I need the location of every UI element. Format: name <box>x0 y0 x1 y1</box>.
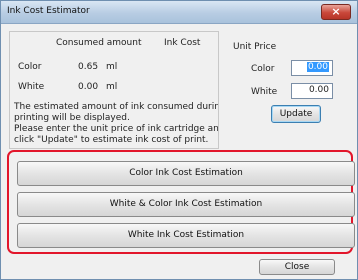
color-amount-unit: ml <box>106 62 118 72</box>
color-ink-cost-estimation-button[interactable]: Color Ink Cost Estimation <box>17 161 355 186</box>
white-price-value: 0.00 <box>308 85 329 95</box>
white-amount-value: 0.00 <box>78 82 99 92</box>
color-price-value: 0.00 <box>306 62 329 72</box>
window-title: Ink Cost Estimator <box>7 6 90 16</box>
instructions-line: Please enter the unit price of ink cartr… <box>14 124 218 134</box>
ink-cost-estimator-window: Ink Cost Estimator × Consumed amount Ink… <box>0 0 358 280</box>
white-amount-unit: ml <box>106 82 118 92</box>
title-bar[interactable]: Ink Cost Estimator × <box>1 1 357 24</box>
color-amount-value: 0.65 <box>78 62 99 72</box>
white-color-ink-cost-estimation-button[interactable]: White & Color Ink Cost Estimation <box>17 192 355 217</box>
ink-cost-header: Ink Cost <box>164 38 201 48</box>
consumption-panel: Consumed amount Ink Cost Color 0.65 ml W… <box>9 31 219 149</box>
white-row-label: White <box>18 82 45 92</box>
color-row-label: Color <box>18 62 42 72</box>
color-price-label: Color <box>251 64 275 74</box>
window-close-button[interactable]: × <box>321 4 351 20</box>
estimation-buttons-highlight: Color Ink Cost Estimation White & Color … <box>7 150 355 254</box>
close-button[interactable]: Close <box>259 259 335 275</box>
instructions-line: click "Update" to estimate ink cost of p… <box>14 135 209 145</box>
white-ink-cost-estimation-button[interactable]: White Ink Cost Estimation <box>17 223 355 248</box>
color-price-input[interactable]: 0.00 <box>291 60 333 76</box>
white-price-label: White <box>251 87 278 97</box>
update-button[interactable]: Update <box>271 105 321 123</box>
unit-price-header: Unit Price <box>233 42 277 52</box>
instructions-line: The estimated amount of ink consumed dur… <box>14 102 218 112</box>
instructions-line: printing will be displayed. <box>14 113 130 123</box>
consumed-amount-header: Consumed amount <box>56 38 142 48</box>
white-price-input[interactable]: 0.00 <box>291 83 333 99</box>
instructions-text: The estimated amount of ink consumed dur… <box>14 102 218 146</box>
